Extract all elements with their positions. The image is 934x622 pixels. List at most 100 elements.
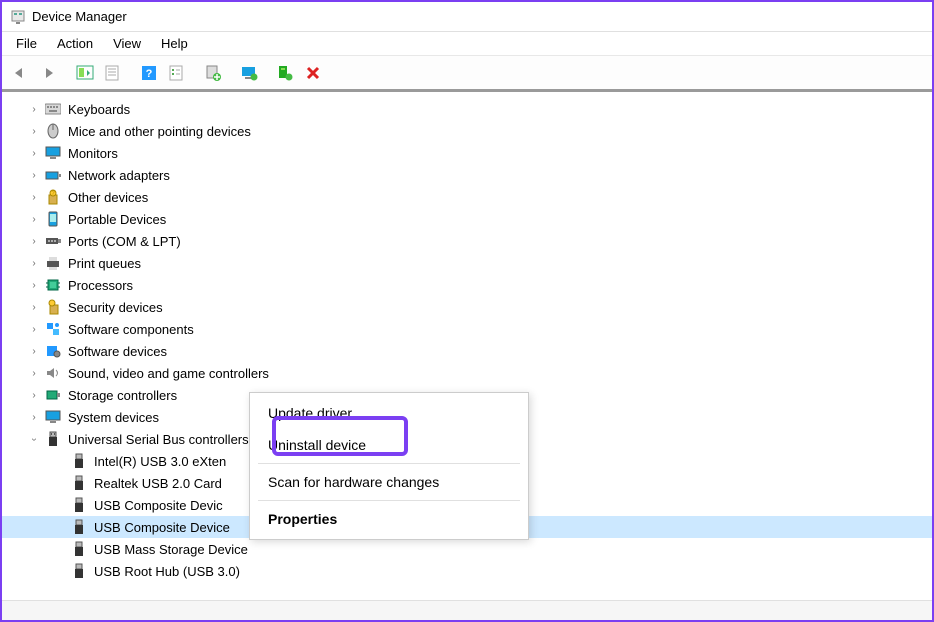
caret-icon[interactable]: › [28,280,40,291]
caret-icon[interactable]: › [28,170,40,181]
usb-device-icon [70,519,88,535]
security-icon [44,299,62,315]
cpu-icon [44,277,62,293]
tree-item-portable-devices[interactable]: › Portable Devices [2,208,932,230]
toolbar: ? [2,56,932,92]
tree-item-mice[interactable]: › Mice and other pointing devices [2,120,932,142]
software-device-icon [44,343,62,359]
tree-item-label: Storage controllers [66,388,177,403]
tree-item-keyboards[interactable]: › Keyboards [2,98,932,120]
context-separator [258,500,520,501]
toolbar-enable-device[interactable] [236,60,262,86]
usb-device-icon [70,563,88,579]
menu-action[interactable]: Action [47,34,103,53]
tree-item-label: Other devices [66,190,148,205]
usb-icon [44,431,62,447]
tree-item-label: Realtek USB 2.0 Card [92,476,222,491]
toolbar-help[interactable]: ? [136,60,162,86]
tree-item-label: USB Composite Device [92,520,230,535]
caret-icon[interactable]: › [28,412,40,423]
menubar: File Action View Help [2,32,932,56]
tree-item-label: Intel(R) USB 3.0 eXten [92,454,226,469]
caret-down-icon[interactable]: › [29,433,40,445]
tree-item-processors[interactable]: › Processors [2,274,932,296]
tree-item-software-components[interactable]: › Software components [2,318,932,340]
tree-item-monitors[interactable]: › Monitors [2,142,932,164]
context-uninstall-device[interactable]: Uninstall device [250,429,528,461]
other-device-icon: ? [44,189,62,205]
context-menu: Update driver Uninstall device Scan for … [249,392,529,540]
caret-icon[interactable]: › [28,192,40,203]
tree-item-label: Software components [66,322,194,337]
tree-item-label: System devices [66,410,159,425]
network-icon [44,167,62,183]
caret-icon[interactable]: › [28,368,40,379]
tree-item-label: Monitors [66,146,118,161]
toolbar-properties-sheet[interactable] [100,60,126,86]
caret-icon[interactable]: › [28,346,40,357]
tree-item-usb-child[interactable]: USB Mass Storage Device [2,538,932,560]
caret-icon[interactable]: › [28,104,40,115]
tree-item-label: Software devices [66,344,167,359]
svg-text:?: ? [146,68,153,80]
software-component-icon [44,321,62,337]
mouse-icon [44,123,62,139]
usb-device-icon [70,541,88,557]
toolbar-uninstall[interactable] [300,60,326,86]
toolbar-scan-hardware[interactable] [272,60,298,86]
tree-item-security-devices[interactable]: › Security devices [2,296,932,318]
tree-item-label: Universal Serial Bus controllers [66,432,249,447]
statusbar [2,600,932,620]
caret-icon[interactable]: › [28,390,40,401]
caret-icon[interactable]: › [28,324,40,335]
tree-item-label: Mice and other pointing devices [66,124,251,139]
usb-device-icon [70,453,88,469]
tree-item-software-devices[interactable]: › Software devices [2,340,932,362]
tree-item-usb-child[interactable]: USB Root Hub (USB 3.0) [2,560,932,582]
tree-item-ports[interactable]: › Ports (COM & LPT) [2,230,932,252]
context-update-driver[interactable]: Update driver [250,397,528,429]
tree-item-label: USB Composite Devic [92,498,223,513]
menu-help[interactable]: Help [151,34,198,53]
tree-item-network-adapters[interactable]: › Network adapters [2,164,932,186]
tree-item-label: Sound, video and game controllers [66,366,269,381]
usb-device-icon [70,497,88,513]
caret-icon[interactable]: › [28,258,40,269]
tree-item-print-queues[interactable]: › Print queues [2,252,932,274]
tree-item-label: Processors [66,278,133,293]
monitor-icon [44,145,62,161]
printer-icon [44,255,62,271]
tree-item-label: USB Mass Storage Device [92,542,248,557]
usb-device-icon [70,475,88,491]
port-icon [44,233,62,249]
menu-file[interactable]: File [6,34,47,53]
tree-item-label: Security devices [66,300,163,315]
sound-icon [44,365,62,381]
toolbar-show-hide-tree[interactable] [72,60,98,86]
caret-icon[interactable]: › [28,302,40,313]
system-icon [44,409,62,425]
device-tree[interactable]: › Keyboards › Mice and other pointing de… [2,92,932,600]
toolbar-action-list[interactable] [164,60,190,86]
tree-item-label: USB Root Hub (USB 3.0) [92,564,240,579]
context-scan-hardware[interactable]: Scan for hardware changes [250,466,528,498]
toolbar-forward[interactable] [36,60,62,86]
tree-item-sound[interactable]: › Sound, video and game controllers [2,362,932,384]
keyboard-icon [44,101,62,117]
tree-item-other-devices[interactable]: › ? Other devices [2,186,932,208]
menu-view[interactable]: View [103,34,151,53]
toolbar-back[interactable] [8,60,34,86]
titlebar: Device Manager [2,2,932,32]
caret-icon[interactable]: › [28,148,40,159]
window-title: Device Manager [32,9,127,24]
caret-icon[interactable]: › [28,214,40,225]
caret-icon[interactable]: › [28,236,40,247]
tree-item-label: Ports (COM & LPT) [66,234,181,249]
tree-item-label: Keyboards [66,102,130,117]
caret-icon[interactable]: › [28,126,40,137]
context-properties[interactable]: Properties [250,503,528,535]
app-icon [10,9,26,25]
tree-item-label: Network adapters [66,168,170,183]
toolbar-update-driver[interactable] [200,60,226,86]
storage-icon [44,387,62,403]
